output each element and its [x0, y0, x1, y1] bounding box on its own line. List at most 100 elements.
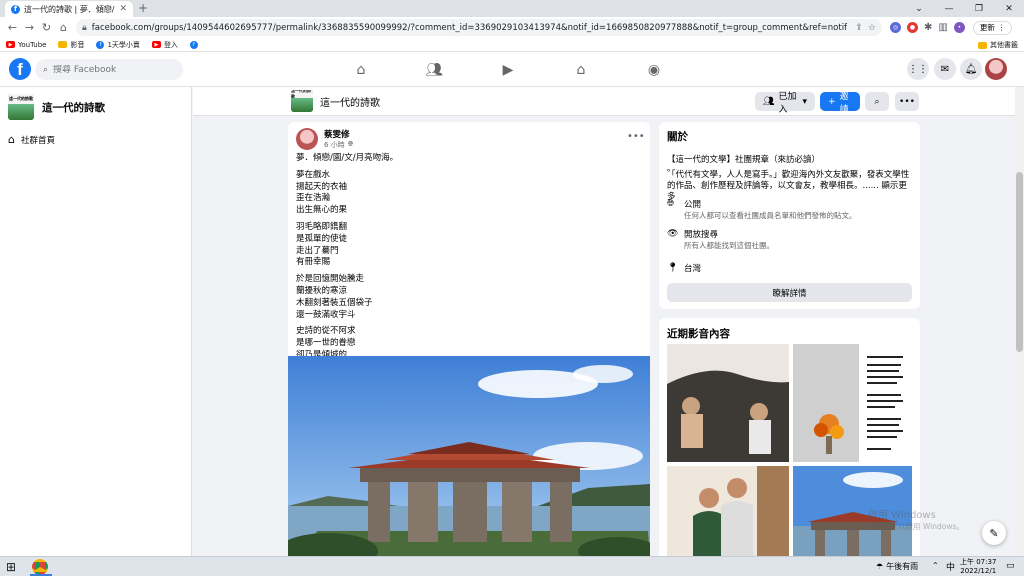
about-title: 關於 — [667, 131, 688, 143]
joined-group-icon: 👥︎ — [763, 96, 775, 107]
sidebar-group-header[interactable]: 這一代的詩歌 這一代的詩歌 — [8, 94, 105, 120]
ime-indicator[interactable]: 中 — [946, 560, 955, 573]
bookmark-folder-media[interactable]: 影音 — [58, 40, 84, 50]
messenger-icon[interactable]: ✉ — [934, 58, 956, 80]
groups-nav-icon[interactable]: ◉ — [644, 60, 664, 80]
post-photo[interactable] — [288, 356, 650, 556]
update-button[interactable]: 更新 ⋮ — [972, 20, 1013, 35]
share-icon[interactable]: ⇪ — [855, 23, 863, 33]
extension-icon[interactable]: ● — [907, 22, 918, 33]
poem-line: 夢．傾戀/園/文/月亮吻海。 — [296, 153, 399, 163]
group-search-button[interactable]: ⌕ — [865, 92, 889, 111]
facebook-logo-icon[interactable]: f — [9, 58, 31, 80]
group-name: 這一代的詩歌 — [42, 101, 105, 114]
eye-icon: 👁︎ — [667, 229, 679, 239]
bookmark-login[interactable]: ▶ 登入 — [151, 40, 178, 50]
globe-icon: 🌐︎ — [667, 199, 675, 209]
bookmark-fb-1[interactable]: f 1天學小賣 — [96, 40, 140, 50]
puzzle-icon[interactable]: ✱ — [924, 22, 932, 33]
home-nav-icon[interactable]: ⌂ — [351, 60, 371, 80]
poem-stanza: 於是回憶開始騰走 蘭擾秋的寒涼 木翻刻著裝五個袋子 還一鼓滿收宇斗 — [296, 274, 636, 321]
youtube-icon: ▶ — [6, 41, 15, 48]
sidepanel-icon[interactable]: ▥ — [938, 22, 947, 33]
search-icon: ⌕ — [43, 64, 49, 75]
close-tab-icon[interactable]: ✕ — [119, 4, 127, 14]
browser-tabstrip: f 這一代的詩歌 | 夢．傾戀/園/文/月亮吻海。 ✕ + ⌄ — ❐ ✕ — [0, 0, 1024, 17]
poem-line: 夢在戲水 — [296, 169, 331, 180]
other-bookmarks[interactable]: 其他書籤 — [978, 40, 1018, 50]
group-header-bar: 這一代的詩歌 這一代的詩歌 👥︎ 已加入 ▾ + 邀請 ⌕ ••• — [193, 87, 1024, 116]
facebook-search[interactable]: ⌕ — [35, 59, 183, 80]
new-tab-icon[interactable]: + — [138, 1, 148, 15]
update-label: 更新 — [979, 23, 995, 32]
invite-button[interactable]: + 邀請 — [820, 92, 860, 115]
menu-grid-icon[interactable]: ⋮⋮ — [907, 58, 929, 80]
group-more-button[interactable]: ••• — [895, 92, 919, 111]
bookmark-fb-2[interactable]: f — [189, 40, 198, 49]
browser-tab[interactable]: f 這一代的詩歌 | 夢．傾戀/園/文/月亮吻海。 ✕ — [5, 1, 133, 17]
notifications-bell-icon[interactable]: 🔔︎ — [960, 58, 982, 80]
post-time[interactable]: 6 小時 — [324, 140, 345, 150]
marketplace-nav-icon[interactable]: ⌂ — [571, 60, 591, 80]
maximize-icon[interactable]: ❐ — [964, 0, 994, 17]
new-message-button[interactable]: ✎ — [982, 521, 1006, 545]
chevron-down-icon[interactable]: ⌄ — [904, 0, 934, 17]
extension-icon[interactable]: ◎ — [890, 22, 901, 33]
close-window-icon[interactable]: ✕ — [994, 0, 1024, 17]
learn-more-button[interactable]: 瞭解詳情 — [667, 283, 912, 302]
sidebar-item-community-home[interactable]: ⌂ 社群首頁 — [8, 133, 55, 146]
rules-line[interactable]: 【這一代的文學】社團規章（來訪必讀） — [667, 153, 912, 165]
forward-icon[interactable]: → — [21, 19, 38, 36]
browser-toolbar: ← → ↻ ⌂ 🔒︎ facebook.com/groups/140954460… — [0, 17, 1024, 38]
bookmark-star-icon[interactable]: ☆ — [868, 23, 876, 33]
author-avatar[interactable] — [296, 128, 318, 150]
address-bar[interactable]: 🔒︎ facebook.com/groups/1409544602695777/… — [76, 19, 882, 36]
windows-activation-watermark: 啟用 Windows 移至設定以啟用 Windows。 — [868, 510, 964, 531]
post-text: 夢．傾戀/園/文/月亮吻海。 夢在戲水 揚起天的衣袖 歪在浩瀚 出生無心的果 羽毛略即鐫翻… — [296, 153, 636, 379]
media-thumb[interactable] — [667, 466, 789, 556]
joined-button[interactable]: 👥︎ 已加入 ▾ — [755, 92, 815, 115]
temple-gate-photo — [288, 356, 650, 556]
minimize-icon[interactable]: — — [934, 0, 964, 17]
facebook-header: f ⌕ ⌂ 👥︎ ▶ ⌂ ◉ ⋮⋮ ✉ 🔔︎ — [0, 52, 1024, 87]
folder-icon — [58, 41, 68, 48]
chevron-up-icon[interactable]: ⌃ — [932, 561, 939, 570]
poem-stanza: 羽毛略即鐫翻 是孤單的使徒 走出了驀門 有冊幸賜 — [296, 222, 636, 269]
bookmark-youtube[interactable]: ▶ YouTube — [6, 41, 46, 49]
reload-icon[interactable]: ↻ — [38, 19, 55, 36]
rain-cloud-icon: ☂ — [876, 562, 884, 571]
profile-avatar[interactable] — [985, 58, 1007, 80]
home-icon[interactable]: ⌂ — [55, 19, 72, 36]
privacy-public: 🌐︎ 公開 任何人都可以查看社團成員名單和他們發佈的貼文。 — [667, 199, 857, 220]
watch-nav-icon[interactable]: ▶ — [498, 60, 518, 80]
poem-line: 走出了驀門 — [296, 245, 339, 256]
scrollbar-thumb[interactable] — [1016, 172, 1023, 352]
window-controls: ⌄ — ❐ ✕ — [904, 0, 1024, 17]
friends-nav-icon[interactable]: 👥︎ — [424, 60, 444, 80]
windows-start-icon[interactable]: ⊞ — [6, 560, 16, 574]
facebook-icon: f — [96, 40, 105, 49]
taskbar-clock[interactable]: 上午 07:37 2022/12/1 — [960, 558, 996, 576]
post-author[interactable]: 蔡雯修 — [324, 128, 353, 140]
media-thumb[interactable] — [793, 344, 912, 462]
weather-widget[interactable]: ☂ 午後有雨 — [876, 561, 918, 572]
notification-icon[interactable]: ▭ — [1006, 561, 1015, 571]
youtube-icon: ▶ — [151, 41, 161, 48]
profile-avatar[interactable]: • — [953, 22, 965, 33]
poem-line: 還一鼓滿收宇斗 — [296, 309, 356, 320]
lock-icon[interactable]: 🔒︎ — [82, 23, 87, 33]
post-options-icon[interactable]: ••• — [627, 131, 645, 142]
poem-line: 出生無心的果 — [296, 205, 348, 216]
windows-taskbar: ⊞ ☂ 午後有雨 ⌃ 中 上午 07:37 2022/12/1 ▭ — [0, 556, 1024, 576]
left-sidebar: 這一代的詩歌 這一代的詩歌 ⌂ 社群首頁 — [0, 87, 192, 557]
home-icon: ⌂ — [8, 133, 15, 146]
back-icon[interactable]: ← — [4, 19, 21, 36]
poem-stanza: 夢．傾戀/園/文/月亮吻海。 — [296, 153, 636, 165]
search-input[interactable] — [53, 64, 164, 75]
poem-line: 歪在浩瀚 — [296, 193, 331, 204]
group-bar-title[interactable]: 這一代的詩歌 這一代的詩歌 — [291, 90, 380, 112]
search-icon: ⌕ — [874, 96, 880, 107]
facebook-icon: f — [189, 40, 198, 49]
chrome-taskbar-icon[interactable] — [32, 559, 48, 575]
media-thumb[interactable] — [667, 344, 789, 462]
